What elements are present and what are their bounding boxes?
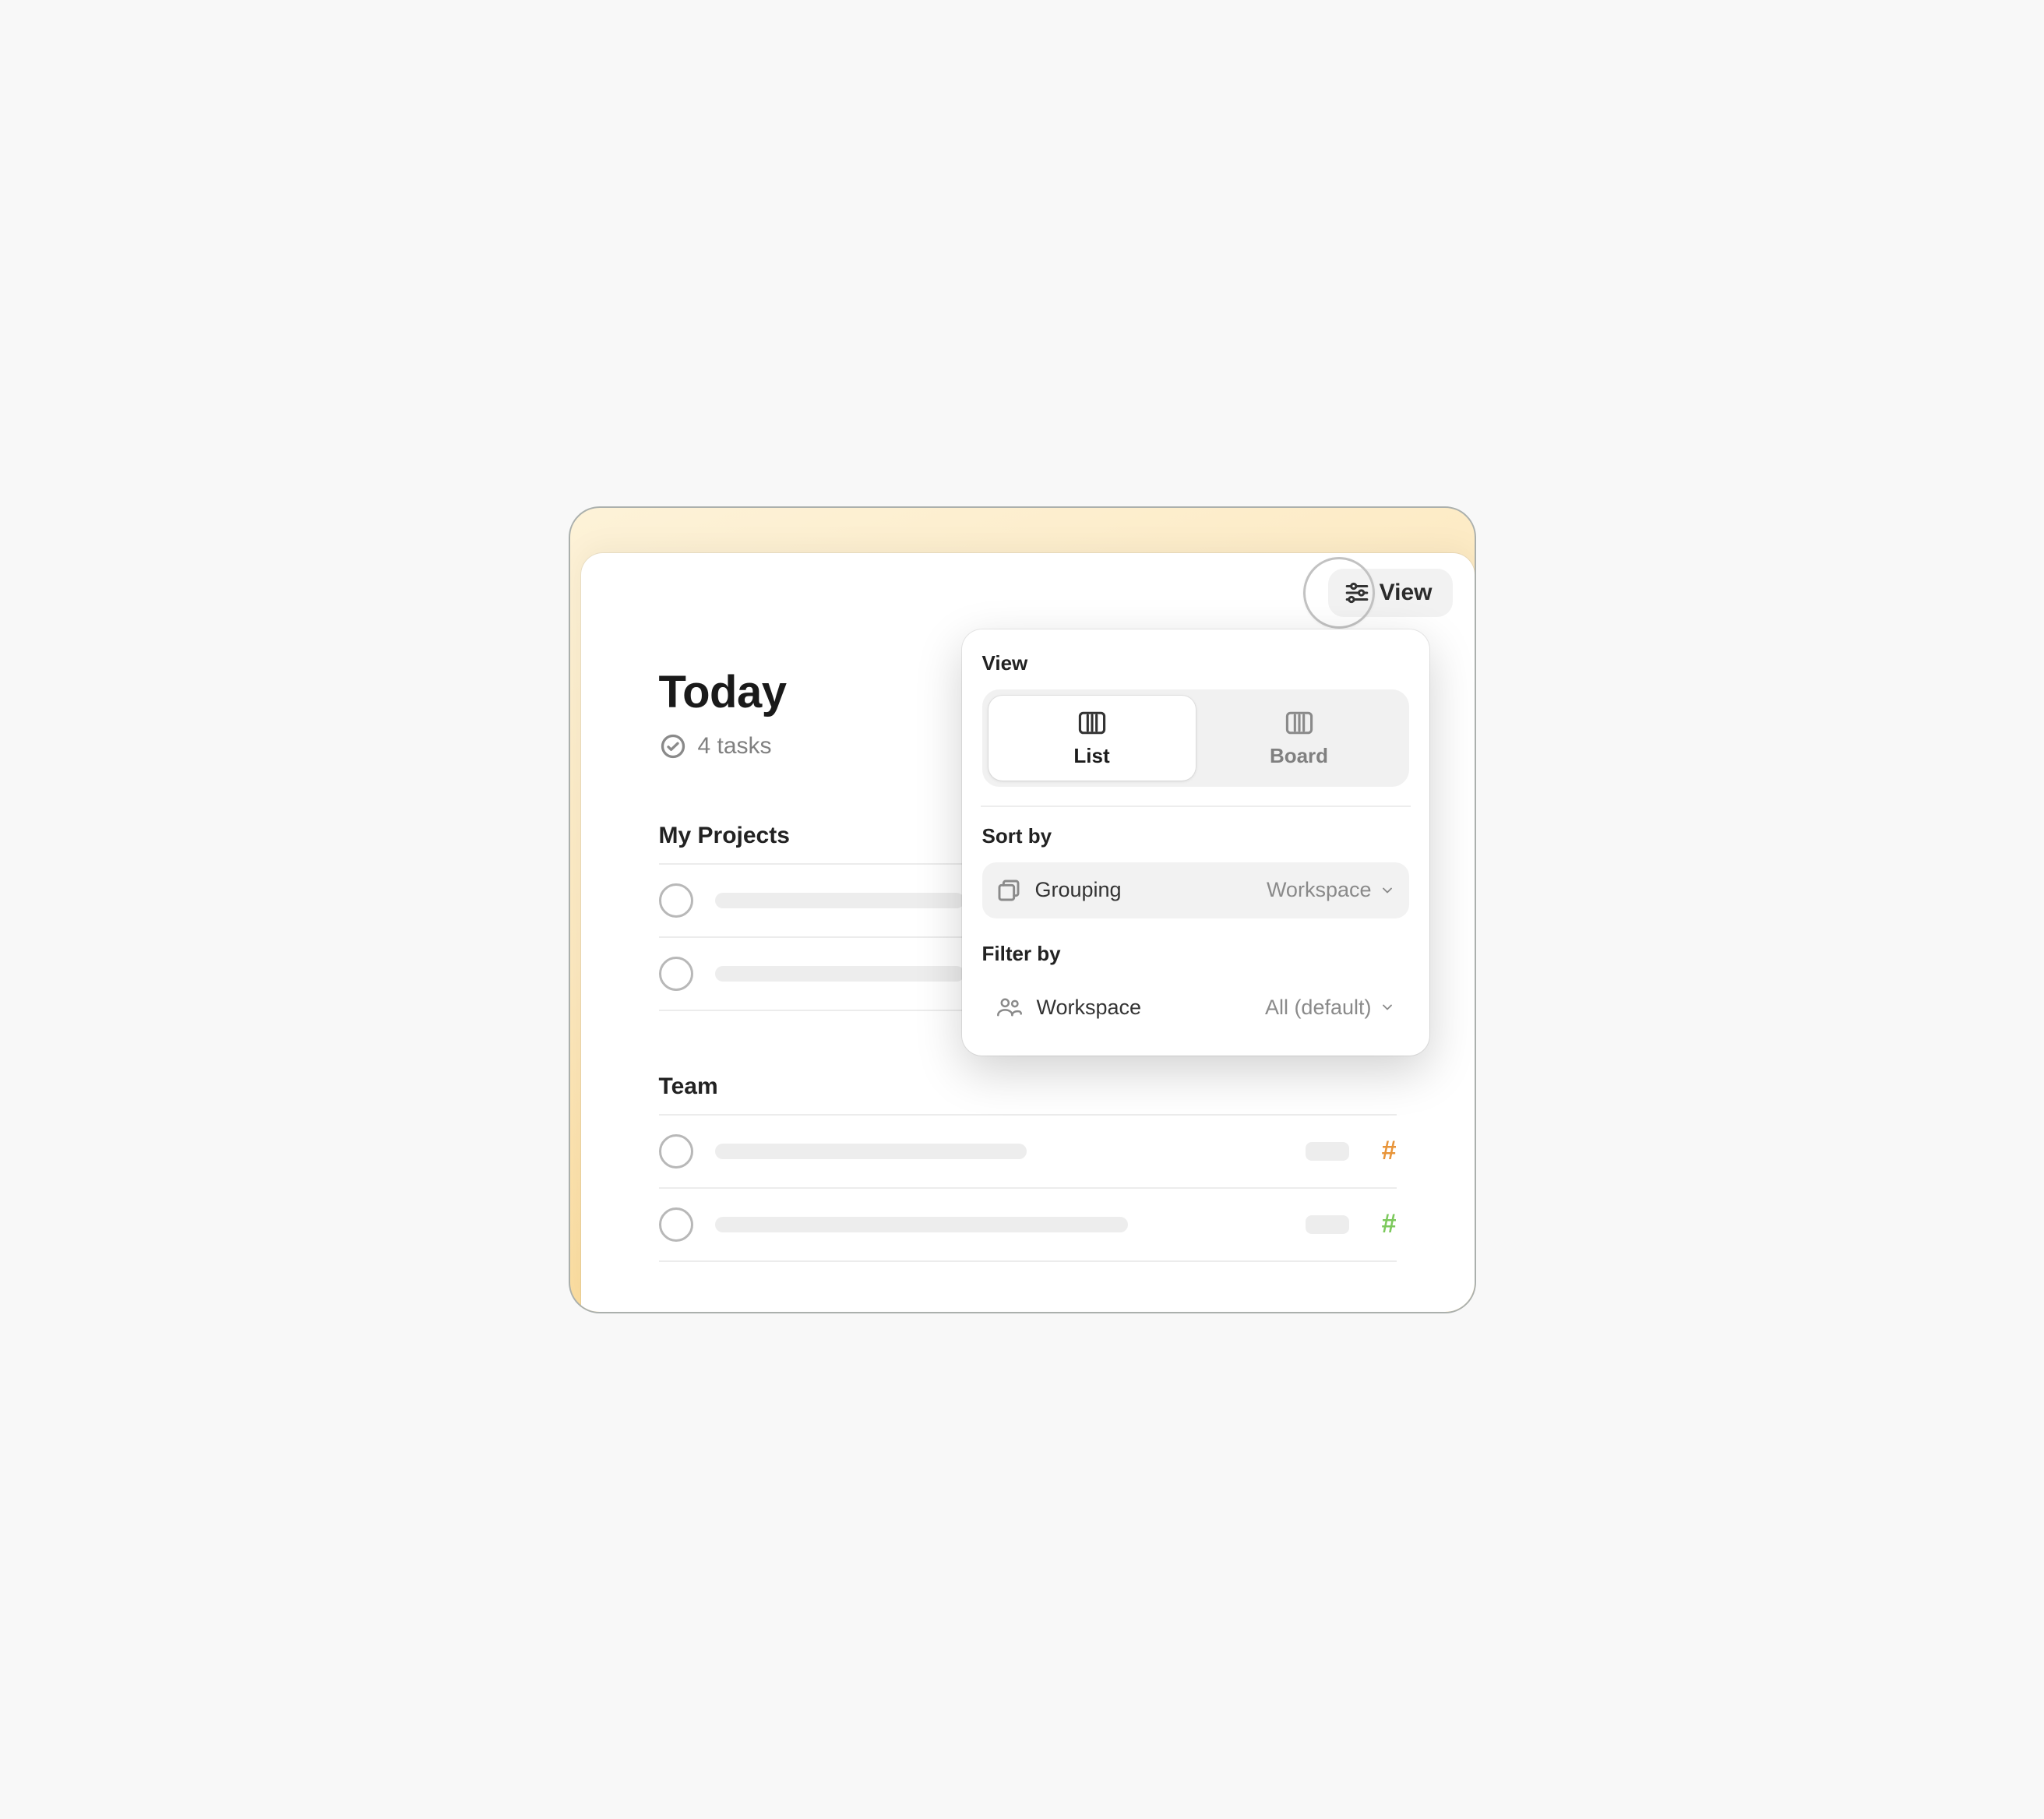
task-title-placeholder — [715, 1144, 1027, 1159]
task-checkbox[interactable] — [659, 1134, 693, 1169]
filter-option-workspace[interactable]: Workspace All (default) — [982, 980, 1409, 1035]
task-checkbox[interactable] — [659, 883, 693, 918]
view-options-panel: View List — [962, 629, 1429, 1056]
option-value: Workspace — [1267, 878, 1372, 902]
check-circle-icon — [659, 732, 687, 760]
task-tag-placeholder — [1306, 1215, 1349, 1234]
task-checkbox[interactable] — [659, 1207, 693, 1242]
segment-label: List — [1073, 744, 1109, 768]
panel-section-label: Sort by — [982, 824, 1409, 848]
option-label: Workspace — [1037, 996, 1251, 1020]
task-count: 4 tasks — [698, 733, 772, 760]
option-value: All (default) — [1265, 996, 1372, 1020]
section-title: Team — [659, 1073, 1397, 1116]
task-title-placeholder — [715, 893, 964, 908]
task-title-placeholder — [715, 1217, 1128, 1232]
task-tag-placeholder — [1306, 1142, 1349, 1161]
view-mode-list[interactable]: List — [989, 696, 1196, 781]
view-button[interactable]: View — [1328, 569, 1453, 617]
sliders-icon — [1344, 580, 1370, 606]
view-button-label: View — [1380, 580, 1433, 606]
option-label: Grouping — [1035, 878, 1253, 902]
section-team: Team # # — [659, 1073, 1397, 1262]
task-row[interactable]: # — [659, 1189, 1397, 1262]
workspace-icon — [996, 996, 1023, 1019]
board-view-icon — [1284, 710, 1315, 736]
hashtag-icon: # — [1382, 1136, 1397, 1166]
segment-label: Board — [1270, 744, 1328, 768]
grouping-icon — [996, 878, 1021, 903]
view-mode-board[interactable]: Board — [1196, 696, 1403, 781]
sort-option-grouping[interactable]: Grouping Workspace — [982, 862, 1409, 918]
task-title-placeholder — [715, 966, 964, 982]
view-mode-segmented: List Board — [982, 689, 1409, 787]
divider — [981, 806, 1411, 807]
list-view-icon — [1077, 710, 1108, 736]
hashtag-icon: # — [1382, 1209, 1397, 1239]
task-checkbox[interactable] — [659, 957, 693, 991]
task-row[interactable]: # — [659, 1116, 1397, 1189]
panel-section-label: Filter by — [982, 942, 1409, 966]
chevron-down-icon — [1380, 999, 1395, 1015]
chevron-down-icon — [1380, 883, 1395, 898]
panel-section-label: View — [982, 651, 1409, 675]
